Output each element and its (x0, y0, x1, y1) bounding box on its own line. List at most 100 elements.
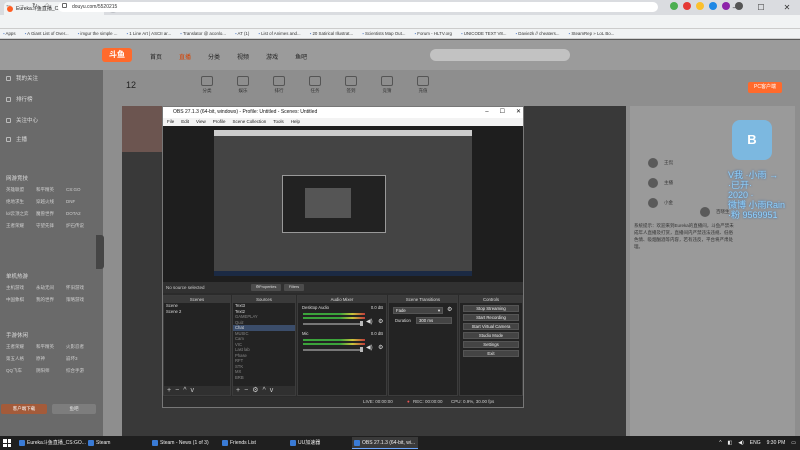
taskbar-item[interactable]: Friends List (220, 437, 286, 449)
extension-icon[interactable] (683, 2, 691, 10)
rank-row[interactable]: 百晓生 (700, 207, 730, 217)
category-item[interactable]: 签到 (340, 76, 362, 94)
sidebar-category[interactable]: 阴阳师 (36, 368, 66, 374)
extension-icon[interactable] (709, 2, 717, 10)
forward-icon[interactable]: → (18, 2, 25, 9)
sidebar-category[interactable]: 魔兽世界 (36, 211, 66, 217)
sidebar-category[interactable]: 穿越火线 (36, 199, 66, 205)
event-badge-icon[interactable]: B (732, 120, 772, 160)
rank-row[interactable]: 小金 (648, 198, 673, 208)
sidebar-category[interactable]: 绝地求生 (6, 199, 36, 205)
clock[interactable]: 9:30 PM (767, 437, 786, 449)
sidebar-category[interactable]: 和平精英 (36, 187, 66, 193)
extension-icon[interactable] (696, 2, 704, 10)
taskbar-item[interactable]: Steam - News (1 of 3) (150, 437, 218, 449)
client-download-button[interactable]: 客户端下载 (1, 404, 47, 414)
rank-row[interactable]: 主播 (648, 178, 673, 188)
nav-live[interactable]: 直播 (179, 52, 191, 61)
sidebar-category[interactable]: 守望先锋 (36, 223, 66, 229)
sidebar-item-anchor[interactable]: 主播 (6, 135, 27, 143)
sidebar-category[interactable]: 第五人格 (6, 356, 36, 362)
gear-icon[interactable]: ⚙ (447, 306, 452, 313)
sidebar-category[interactable]: 永劫无间 (36, 285, 66, 291)
sidebar-category[interactable]: DNF (66, 199, 96, 205)
menu-icon[interactable] (735, 2, 743, 10)
filters-button[interactable]: Filters (284, 284, 304, 291)
language-indicator[interactable]: ENG (750, 437, 761, 449)
transition-select[interactable]: Fade ▾ (393, 307, 443, 314)
taskbar-item[interactable]: Steam (86, 437, 146, 449)
bookmark-item[interactable]: imgur the simple ... (78, 29, 117, 38)
menu-help[interactable]: Help (291, 118, 300, 126)
sidebar-item-follow[interactable]: 我的关注 (6, 74, 38, 82)
bookmark-item[interactable]: A Giant List of Over... (25, 29, 69, 38)
pc-client-button[interactable]: PC客户端 (748, 82, 782, 93)
sidebar-category[interactable]: 综合手游 (66, 368, 96, 374)
menu-edit[interactable]: Edit (181, 118, 189, 126)
scene-item[interactable]: Scene 2 (164, 309, 230, 315)
extension-icon[interactable] (670, 2, 678, 10)
close-icon[interactable]: ✕ (516, 107, 521, 118)
category-item[interactable]: 任务 (304, 76, 326, 94)
exit-button[interactable]: Exit (463, 350, 519, 357)
studio-mode-button[interactable]: Studio Mode (463, 332, 519, 339)
bookmark-item[interactable]: Scientists Map Out... (362, 29, 406, 38)
bookmark-item[interactable]: UNICODE TEXT V8... (461, 29, 507, 38)
sidebar-category[interactable]: 怀旧游戏 (66, 285, 96, 291)
category-item[interactable]: 分类 (196, 76, 218, 94)
sidebar-item-rank[interactable]: 排行榜 (6, 95, 33, 103)
sidebar-category[interactable]: 英雄联盟 (6, 187, 36, 193)
reload-icon[interactable]: ↻ (32, 2, 38, 10)
gear-icon[interactable]: ⚙ (378, 318, 383, 325)
bookmark-item[interactable]: Translator @ aconlo... (180, 29, 226, 38)
douyu-logo[interactable]: 斗鱼 (102, 48, 132, 62)
notification-icon[interactable]: ▭ (791, 437, 796, 449)
sidebar-category[interactable]: DOTA2 (66, 211, 96, 217)
settings-button[interactable]: Settings (463, 341, 519, 348)
sidebar-collapse-handle[interactable] (96, 235, 104, 269)
sidebar-category[interactable]: 和平精英 (36, 344, 66, 350)
sidebar-category[interactable]: 中国象棋 (6, 297, 36, 303)
down-icon[interactable]: v (190, 387, 198, 394)
sidebar-category[interactable]: 主机游戏 (6, 285, 36, 291)
speaker-icon[interactable]: ◀) (366, 318, 373, 325)
volume-slider[interactable] (303, 349, 361, 351)
sidebar-item-center[interactable]: 关注中心 (6, 116, 38, 124)
windows-start-icon[interactable] (3, 439, 11, 447)
sidebar-category[interactable]: lol云顶之弈 (6, 211, 36, 217)
bookmark-item[interactable]: 20 Satirical Illustrat... (310, 29, 353, 38)
stop-streaming-button[interactable]: Stop Streaming (463, 305, 519, 312)
bookmark-item[interactable]: List of Animes and... (258, 29, 301, 38)
nav-video[interactable]: 视频 (237, 52, 249, 61)
bookmark-item[interactable]: SteamRep » LoL Bo... (569, 29, 614, 38)
url-input[interactable]: douyu.com/5520215 (58, 2, 658, 12)
maximize-icon[interactable]: ☐ (500, 107, 505, 118)
sidebar-category[interactable]: 崩坏3 (66, 356, 96, 362)
gear-icon[interactable]: ⚙ (252, 387, 262, 394)
nav-game[interactable]: 游戏 (266, 52, 278, 61)
close-window-icon[interactable]: ✕ (774, 0, 800, 15)
down-icon[interactable]: v (270, 387, 278, 394)
maximize-icon[interactable]: ☐ (748, 0, 774, 15)
rank-row[interactable]: 王侃 (648, 158, 673, 168)
category-item[interactable]: 娱乐 (232, 76, 254, 94)
bookmark-item[interactable]: Davie2k // cheaters... (516, 29, 559, 38)
sidebar-category[interactable]: 原神 (36, 356, 66, 362)
taskbar-item[interactable]: OBS 27.1.3 (64-bit, wi... (352, 437, 418, 449)
volume-icon[interactable]: ◀) (738, 437, 744, 449)
fishbar-button[interactable]: 鱼吧 (52, 404, 96, 414)
sidebar-category[interactable]: CS:GO (66, 187, 96, 193)
taskbar-item[interactable]: UU加速器 (288, 437, 348, 449)
home-icon[interactable]: ⌂ (45, 2, 49, 9)
speaker-icon[interactable]: ◀) (366, 344, 373, 351)
network-icon[interactable]: ◧ (728, 437, 733, 449)
remove-icon[interactable]: − (244, 387, 252, 394)
remove-icon[interactable]: − (175, 387, 183, 394)
category-item[interactable]: 排行 (268, 76, 290, 94)
taskbar-item[interactable]: Eureka斗鱼直播_CS:GO... (17, 437, 86, 449)
volume-slider-knob[interactable] (360, 321, 363, 326)
bookmark-item[interactable]: Apps (3, 29, 16, 38)
sidebar-category[interactable]: QQ飞车 (6, 368, 36, 374)
bookmark-item[interactable]: AT (1) (235, 29, 250, 38)
back-icon[interactable]: ← (5, 2, 12, 9)
